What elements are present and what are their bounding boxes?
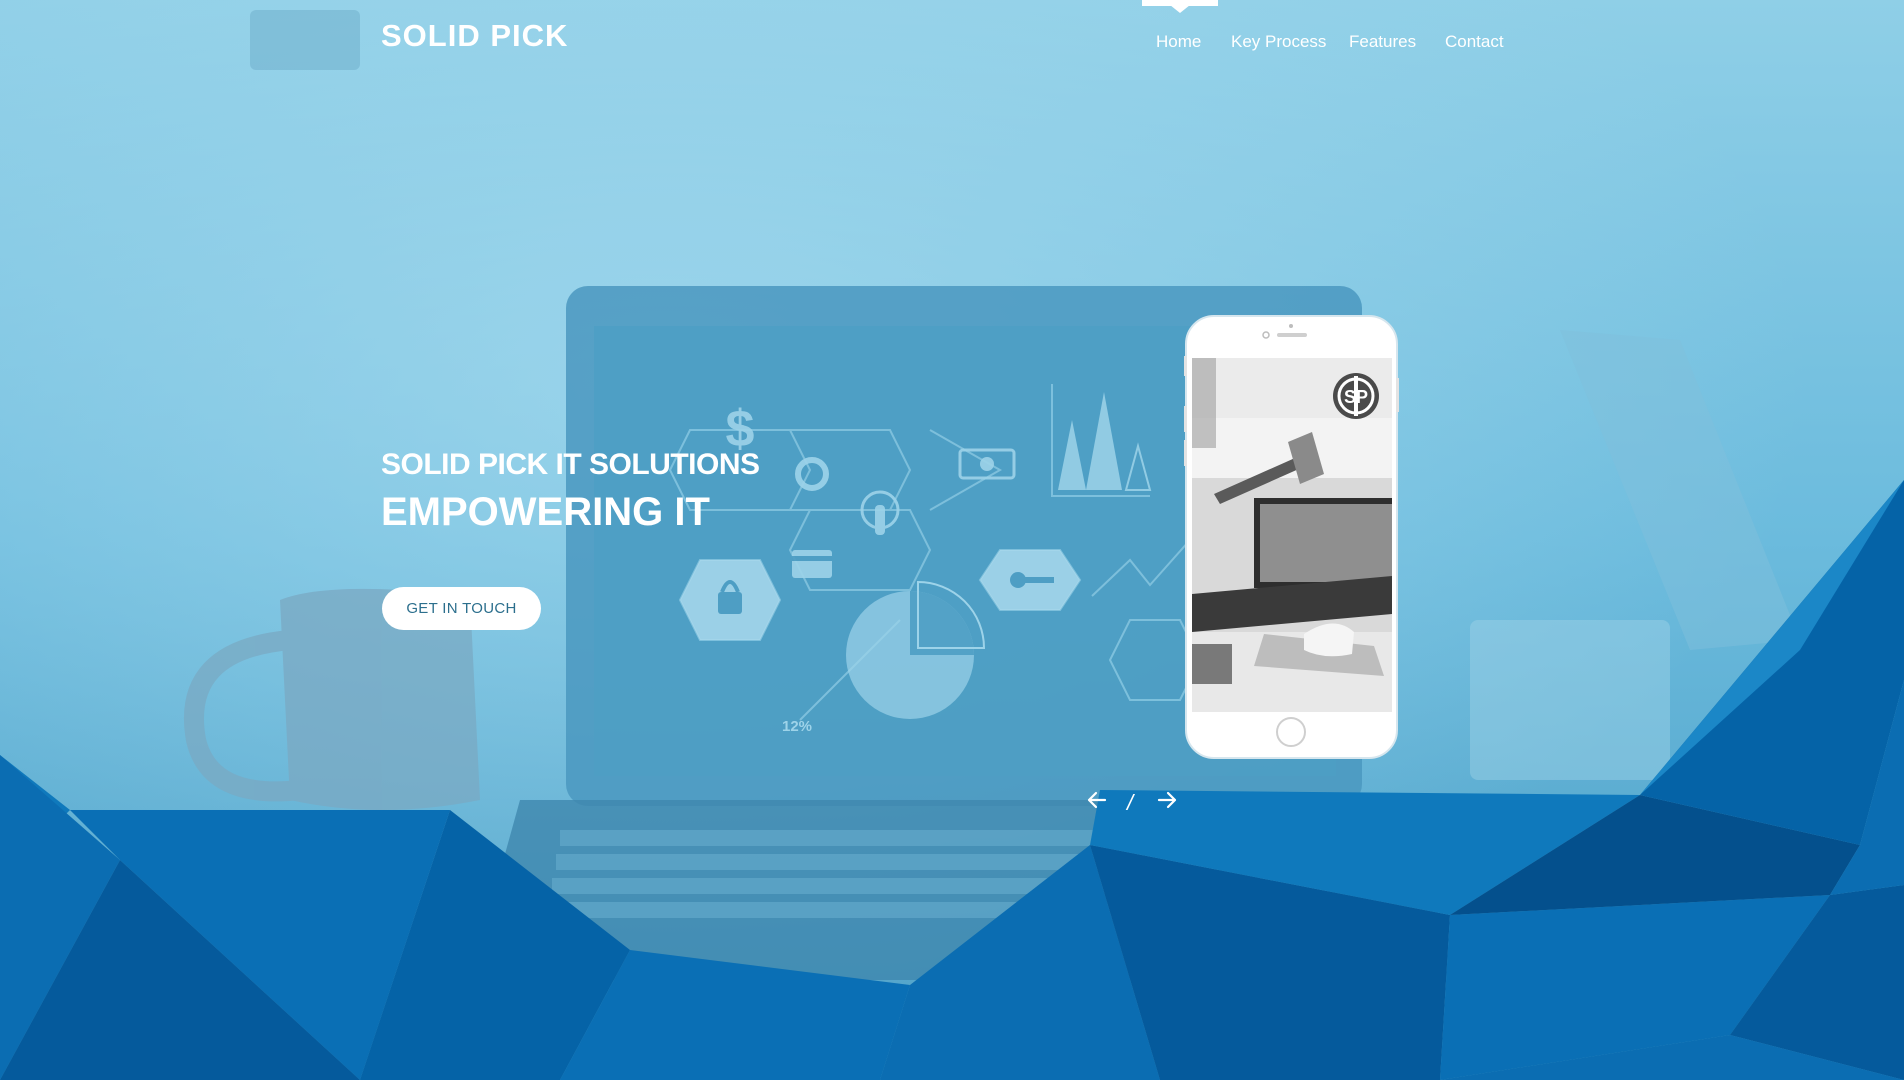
background-shelf	[250, 10, 360, 70]
nav-item-key-process[interactable]: Key Process	[1231, 32, 1326, 62]
nav-item-features[interactable]: Features	[1349, 32, 1416, 62]
padlock-icon	[680, 560, 780, 640]
slider-controls: /	[1085, 788, 1185, 818]
get-in-touch-button[interactable]: GET IN TOUCH	[382, 587, 541, 630]
credit-card-icon	[792, 550, 832, 578]
hero-title: EMPOWERING IT	[381, 490, 710, 534]
chart-percentage-label: 12%	[782, 718, 812, 735]
hero-background: $ 12%	[0, 0, 1904, 1080]
site-logo[interactable]: SOLID PICK	[381, 18, 568, 54]
phone-mockup: SP	[1184, 315, 1399, 759]
svg-text:SP: SP	[1344, 387, 1368, 407]
background-box	[1470, 620, 1670, 780]
key-icon	[980, 550, 1080, 610]
active-nav-indicator-tip	[1170, 5, 1190, 13]
nav-item-contact[interactable]: Contact	[1445, 32, 1504, 62]
nav-item-home[interactable]: Home	[1156, 32, 1201, 62]
sp-logo-icon: SP	[1333, 373, 1379, 419]
slider-separator: /	[1127, 790, 1134, 815]
hero-kicker: SOLID PICK IT SOLUTIONS	[381, 448, 760, 481]
arrow-left-icon[interactable]	[1085, 788, 1109, 812]
arrow-right-icon[interactable]	[1155, 788, 1179, 812]
